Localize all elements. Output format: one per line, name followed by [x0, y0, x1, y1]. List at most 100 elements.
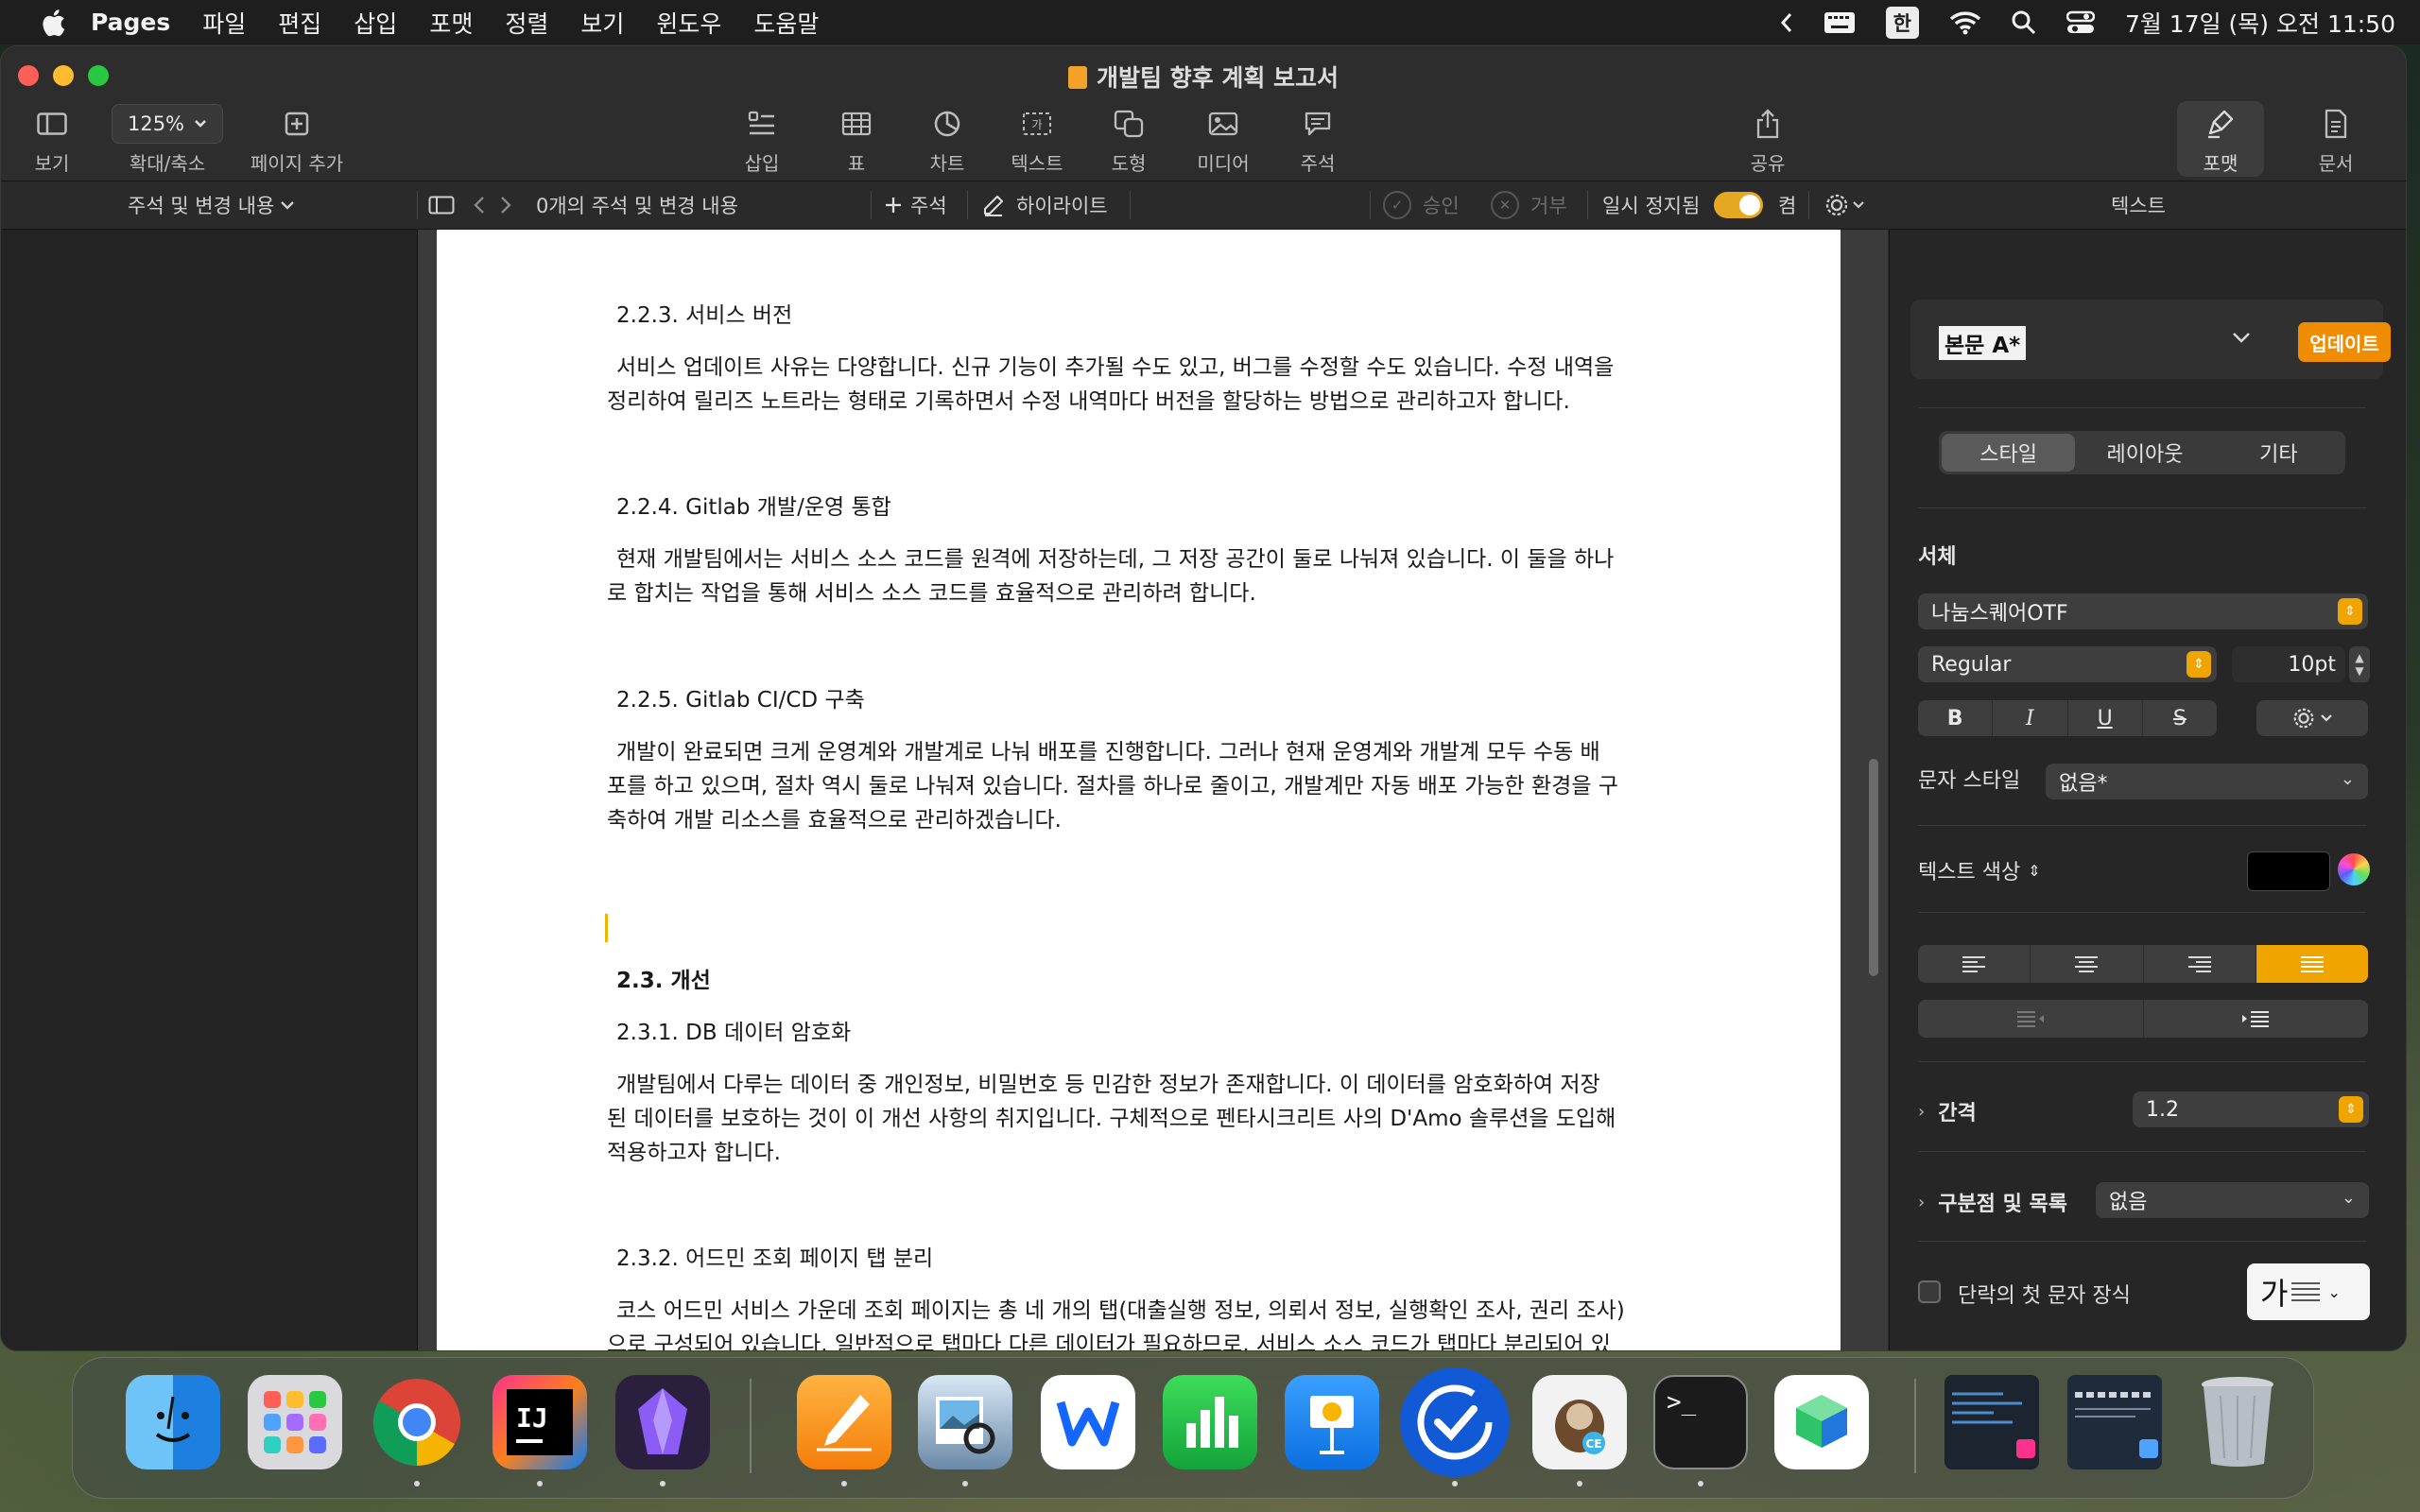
underline-button[interactable]: U — [2068, 700, 2143, 736]
naver-whale-icon[interactable] — [1041, 1375, 1135, 1469]
preview-app-icon[interactable] — [918, 1375, 1012, 1469]
bold-button[interactable]: B — [1918, 700, 1994, 736]
add-page-label: 페이지 추가 — [250, 152, 344, 175]
font-section-label: 서체 — [1918, 545, 1957, 569]
view-button[interactable]: 보기 — [18, 105, 86, 176]
font-weight-select[interactable]: Regular ⇕ — [1918, 646, 2217, 682]
menu-format[interactable]: 포맷 — [429, 6, 473, 40]
previous-change-button[interactable] — [474, 181, 485, 229]
minimized-window-thumbnail[interactable] — [2067, 1375, 2162, 1469]
menu-window[interactable]: 윈도우 — [656, 6, 721, 40]
bullets-disclosure[interactable]: › 구분점 및 목록 — [1918, 1187, 2067, 1217]
chevron-up-icon[interactable]: ▲ — [2355, 651, 2363, 664]
update-style-button[interactable]: 업데이트 — [2298, 322, 2391, 362]
chart-button[interactable]: 차트 — [914, 105, 980, 176]
menu-file[interactable]: 파일 — [202, 6, 246, 40]
zoom-control[interactable]: 125% 확대/축소 — [109, 104, 226, 176]
font-family-select[interactable]: 나눔스퀘어OTF ⇕ — [1918, 593, 2368, 629]
text-color-label-group[interactable]: 텍스트 색상 ⇕ — [1918, 855, 2041, 885]
accept-change-button[interactable]: ✓ 승인 — [1383, 181, 1460, 229]
shape-button[interactable]: 도형 — [1096, 105, 1162, 176]
pages-app-icon[interactable] — [797, 1375, 891, 1469]
keyboard-icon[interactable] — [1824, 11, 1856, 34]
naver-works-icon[interactable] — [1774, 1375, 1869, 1469]
tab-style[interactable]: 스타일 — [1942, 434, 2076, 472]
keynote-app-icon[interactable] — [1285, 1375, 1379, 1469]
minimized-window-thumbnail[interactable] — [1945, 1375, 2039, 1469]
search-icon[interactable] — [2012, 10, 2036, 35]
vertical-scrollbar[interactable] — [1869, 759, 1878, 976]
table-button[interactable]: 표 — [823, 105, 890, 176]
finder-icon[interactable] — [126, 1375, 220, 1469]
decrease-indent-button[interactable] — [1918, 1000, 2144, 1038]
strikethrough-button[interactable]: S — [2143, 700, 2217, 736]
menu-view[interactable]: 보기 — [580, 6, 624, 40]
chevron-right-icon: › — [1918, 1101, 1926, 1122]
chevron-down-icon[interactable]: ▼ — [2355, 664, 2363, 678]
paragraph-style-selector[interactable]: 본문 A* 업데이트 — [1910, 300, 2391, 379]
input-source-indicator[interactable]: 한 — [1885, 6, 1919, 39]
gear-icon — [2293, 708, 2314, 729]
align-center-button[interactable] — [2031, 945, 2144, 983]
share-button[interactable]: 공유 — [1735, 105, 1801, 176]
increase-indent-button[interactable] — [2144, 1000, 2369, 1038]
terminal-icon[interactable]: >_ — [1653, 1375, 1748, 1469]
reject-change-button[interactable]: ✕ 거부 — [1491, 181, 1567, 229]
italic-button[interactable]: I — [1993, 700, 2068, 736]
task-app-icon[interactable] — [1400, 1367, 1510, 1477]
wifi-icon[interactable] — [1949, 10, 1981, 35]
text-color-swatch[interactable] — [2247, 851, 2330, 891]
align-left-button[interactable] — [1918, 945, 2031, 983]
bullets-select[interactable]: 없음 ⌄ — [2096, 1182, 2369, 1218]
align-right-button[interactable] — [2144, 945, 2256, 983]
chrome-icon[interactable] — [370, 1375, 464, 1469]
toggle-switch[interactable] — [1714, 192, 1763, 218]
document-page[interactable]: 2.2.3. 서비스 버전 서비스 업데이트 사유는 다양합니다. 신규 기능이… — [437, 230, 1841, 1350]
intellij-idea-icon[interactable]: IJ — [493, 1375, 587, 1469]
clock[interactable]: 7월 17일 (목) 오전 11:50 — [2125, 6, 2395, 40]
comments-changes-dropdown[interactable]: 주석 및 변경 내용 — [128, 181, 295, 229]
apple-logo-icon[interactable] — [38, 7, 66, 39]
launchpad-icon[interactable] — [248, 1375, 342, 1469]
drop-cap-checkbox[interactable] — [1918, 1280, 1941, 1303]
spacing-disclosure[interactable]: › 간격 — [1918, 1096, 1977, 1126]
insert-button[interactable]: 삽입 — [729, 105, 795, 176]
justify-button[interactable] — [2256, 945, 2368, 983]
tab-layout[interactable]: 레이아웃 — [2078, 431, 2211, 474]
menu-insert[interactable]: 삽입 — [354, 6, 397, 40]
tableplus-elephant-icon[interactable]: CE — [1532, 1375, 1627, 1469]
menu-edit[interactable]: 편집 — [278, 6, 321, 40]
text-box-button[interactable]: 가 텍스트 — [1003, 105, 1071, 176]
font-size-field[interactable]: 10pt — [2232, 646, 2345, 682]
highlight-button[interactable]: 하이라이트 — [982, 181, 1108, 229]
toggle-comments-sidebar-button[interactable] — [428, 181, 455, 229]
track-changes-toggle[interactable] — [1714, 181, 1763, 229]
character-style-value: 없음* — [2059, 772, 2108, 796]
control-center-icon[interactable] — [2066, 10, 2095, 35]
add-comment-button[interactable]: 주석 — [884, 181, 947, 229]
document-canvas[interactable]: 2.2.3. 서비스 버전 서비스 업데이트 사유는 다양합니다. 신규 기능이… — [418, 230, 1888, 1350]
menu-help[interactable]: 도움말 — [753, 6, 819, 40]
trash-icon[interactable] — [2190, 1375, 2285, 1469]
track-changes-settings-button[interactable] — [1824, 181, 1865, 229]
drop-cap-style-select[interactable]: 가 ⌄ — [2247, 1263, 2370, 1320]
font-size-stepper[interactable]: ▲ ▼ — [2349, 646, 2370, 682]
comment-button[interactable]: 주석 — [1285, 105, 1351, 176]
media-button[interactable]: 미디어 — [1183, 105, 1264, 176]
line-spacing-select[interactable]: 1.2 ⇕ — [2133, 1091, 2369, 1127]
next-change-button[interactable] — [500, 181, 511, 229]
menu-app-name[interactable]: Pages — [91, 9, 170, 36]
color-wheel-icon[interactable] — [2338, 853, 2370, 885]
numbers-app-icon[interactable] — [1163, 1375, 1257, 1469]
menu-arrange[interactable]: 정렬 — [505, 6, 548, 40]
document-button[interactable]: 문서 — [2302, 105, 2370, 176]
zoom-select[interactable]: 125% — [112, 104, 223, 144]
add-page-button[interactable]: 페이지 추가 — [243, 105, 351, 176]
advanced-font-options-button[interactable] — [2256, 700, 2368, 736]
format-button[interactable]: 포맷 — [2187, 105, 2255, 176]
character-style-select[interactable]: 없음* ⌄ — [2046, 764, 2368, 799]
obsidian-icon[interactable] — [615, 1375, 710, 1469]
tab-more[interactable]: 기타 — [2212, 431, 2345, 474]
chevron-down-icon — [281, 201, 295, 210]
chevron-left-icon[interactable] — [1780, 12, 1793, 33]
